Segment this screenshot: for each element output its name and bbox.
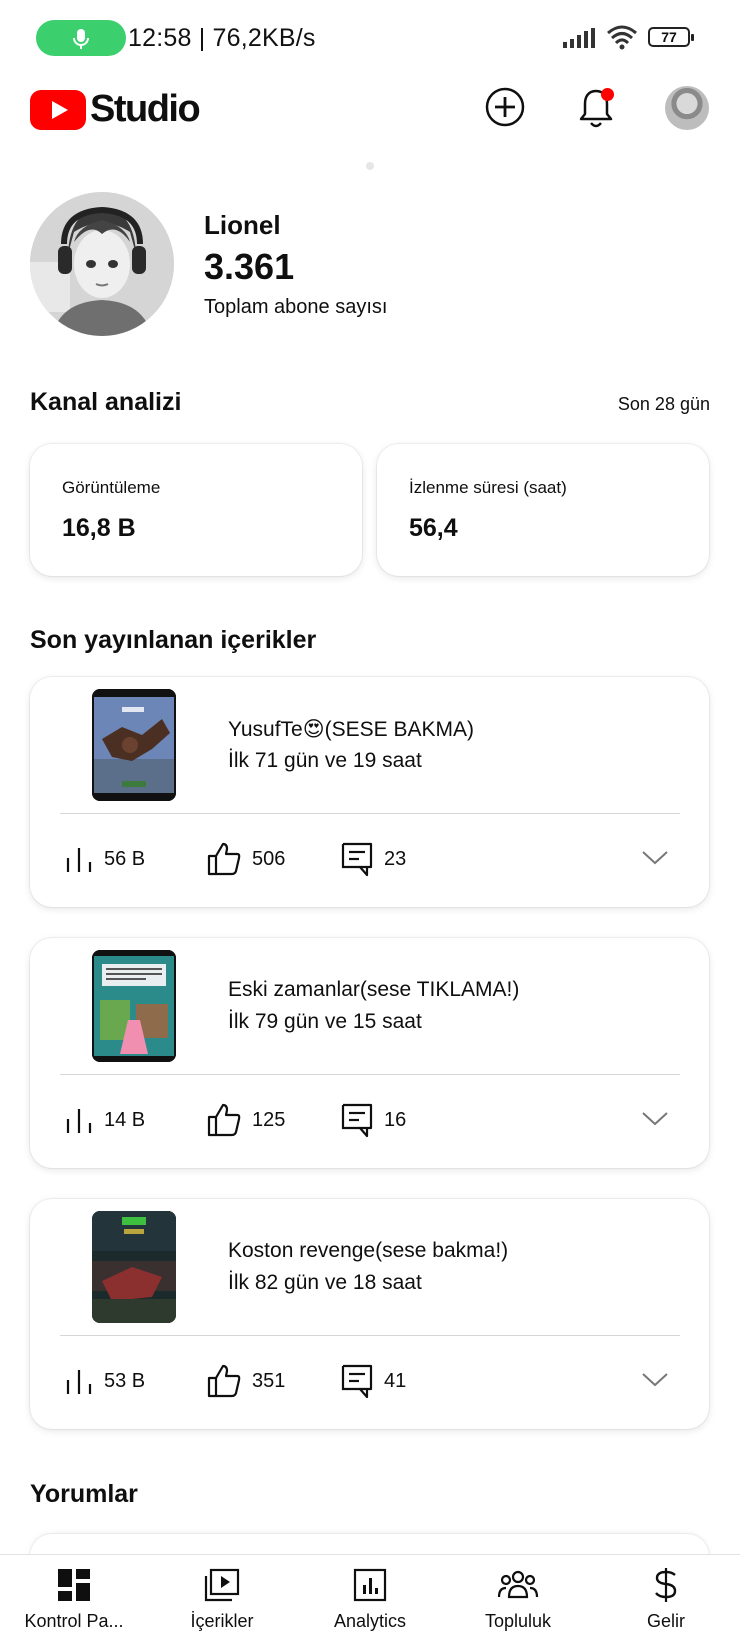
youtube-studio-logo[interactable]: Studio bbox=[30, 88, 201, 131]
app-header: Studio bbox=[0, 80, 740, 140]
likes-stat: 125 bbox=[206, 1098, 285, 1142]
earn-icon bbox=[655, 1568, 677, 1602]
video-age: İlk 82 gün ve 18 saat bbox=[228, 1271, 422, 1294]
chevron-down-icon[interactable] bbox=[640, 1371, 670, 1389]
comment-icon bbox=[341, 1103, 373, 1138]
video-card[interactable]: Eski zamanlar(sese TIKLAMA!) İlk 79 gün … bbox=[30, 938, 709, 1168]
video-title: Koston revenge(sese bakma!) bbox=[228, 1239, 509, 1262]
views-stat: 53 B bbox=[64, 1359, 145, 1403]
video-thumbnail[interactable] bbox=[92, 1211, 176, 1323]
likes-count: 125 bbox=[252, 1108, 286, 1131]
video-age: İlk 79 gün ve 15 saat bbox=[228, 1010, 422, 1033]
content-icon bbox=[204, 1568, 240, 1602]
logo-text: Studio bbox=[90, 88, 201, 130]
comments-stat: 41 bbox=[340, 1359, 406, 1403]
nav-label: Kontrol Pa... bbox=[24, 1611, 124, 1631]
nav-dashboard[interactable]: Kontrol Pa... bbox=[0, 1565, 148, 1632]
bottom-navigation: Kontrol Pa... İçerikler Analytics Toplul… bbox=[0, 1554, 740, 1644]
video-stats: 14 B 125 16 bbox=[30, 1098, 709, 1142]
notification-badge bbox=[601, 88, 614, 101]
channel-analytics-title: Kanal analizi bbox=[30, 388, 182, 416]
nav-earn[interactable]: Gelir bbox=[592, 1565, 740, 1632]
metric-value: 16,8 B bbox=[62, 514, 136, 542]
bar-chart-icon bbox=[66, 1109, 92, 1133]
video-title: YusufTe😍(SESE BAKMA) bbox=[228, 718, 474, 741]
divider bbox=[60, 1074, 680, 1075]
time-network-speed: 12:58 | 76,2KB/s bbox=[128, 24, 316, 52]
comments-count: 41 bbox=[384, 1369, 407, 1392]
views-count: 56 B bbox=[104, 847, 146, 870]
metric-label: İzlenme süresi (saat) bbox=[409, 478, 567, 497]
chevron-down-icon[interactable] bbox=[640, 1110, 670, 1128]
video-stats: 56 B 506 23 bbox=[30, 837, 709, 881]
chevron-down-icon[interactable] bbox=[640, 849, 670, 867]
views-metric-card[interactable]: Görüntüleme 16,8 B bbox=[30, 444, 362, 576]
signal-icon bbox=[563, 28, 595, 48]
video-title: Eski zamanlar(sese TIKLAMA!) bbox=[228, 978, 520, 1001]
divider bbox=[60, 813, 680, 814]
video-age: İlk 71 gün ve 19 saat bbox=[228, 749, 422, 772]
microphone-indicator[interactable] bbox=[36, 20, 126, 56]
nav-label: Topluluk bbox=[484, 1611, 552, 1631]
nav-label: İçerikler bbox=[190, 1611, 254, 1631]
likes-stat: 506 bbox=[206, 837, 285, 881]
account-avatar[interactable] bbox=[665, 86, 709, 130]
comment-icon bbox=[341, 1364, 373, 1399]
bar-chart-icon bbox=[66, 848, 92, 872]
nav-analytics[interactable]: Analytics bbox=[296, 1565, 444, 1632]
create-icon[interactable] bbox=[484, 86, 526, 128]
video-thumbnail[interactable] bbox=[92, 689, 176, 801]
thumbs-up-icon bbox=[207, 1364, 241, 1398]
subscriber-count: 3.361 bbox=[204, 246, 295, 287]
nav-label: Gelir bbox=[646, 1611, 685, 1631]
community-icon bbox=[497, 1570, 539, 1599]
video-stats: 53 B 351 41 bbox=[30, 1359, 709, 1403]
video-card[interactable]: YusufTe😍(SESE BAKMA) İlk 71 gün ve 19 sa… bbox=[30, 677, 709, 907]
comment-icon bbox=[341, 842, 373, 877]
likes-count: 506 bbox=[252, 847, 286, 870]
nav-community[interactable]: Topluluk bbox=[444, 1565, 592, 1632]
thumbs-up-icon bbox=[207, 1103, 241, 1137]
nav-label: Analytics bbox=[333, 1611, 407, 1631]
likes-count: 351 bbox=[252, 1369, 286, 1392]
youtube-play-icon bbox=[30, 89, 86, 130]
views-stat: 14 B bbox=[64, 1098, 145, 1142]
metric-value: 56,4 bbox=[409, 514, 458, 542]
status-bar: 12:58 | 76,2KB/s 77 bbox=[0, 18, 740, 62]
comments-count: 16 bbox=[384, 1108, 407, 1131]
wifi-icon bbox=[607, 25, 637, 50]
channel-name: Lionel bbox=[204, 210, 281, 240]
watch-time-metric-card[interactable]: İzlenme süresi (saat) 56,4 bbox=[377, 444, 709, 576]
video-card[interactable]: Koston revenge(sese bakma!) İlk 82 gün v… bbox=[30, 1199, 709, 1429]
bar-chart-icon bbox=[66, 1370, 92, 1394]
comments-stat: 16 bbox=[340, 1098, 406, 1142]
video-thumbnail[interactable] bbox=[92, 950, 176, 1062]
channel-avatar-image bbox=[30, 192, 174, 336]
dashboard-icon bbox=[58, 1569, 90, 1601]
analytics-period: Son 28 gün bbox=[617, 394, 710, 414]
thumbs-up-icon bbox=[207, 842, 241, 876]
recent-content-title: Son yayınlanan içerikler bbox=[30, 626, 317, 654]
channel-avatar[interactable] bbox=[30, 192, 174, 336]
divider bbox=[60, 1335, 680, 1336]
comments-stat: 23 bbox=[340, 837, 406, 881]
nav-content[interactable]: İçerikler bbox=[148, 1565, 296, 1632]
pull-indicator bbox=[366, 162, 374, 170]
metric-label: Görüntüleme bbox=[62, 478, 161, 497]
comments-count: 23 bbox=[384, 847, 407, 870]
analytics-icon bbox=[353, 1568, 387, 1602]
battery-indicator: 77 bbox=[648, 27, 694, 47]
views-count: 53 B bbox=[104, 1369, 146, 1392]
views-stat: 56 B bbox=[64, 837, 145, 881]
likes-stat: 351 bbox=[206, 1359, 285, 1403]
microphone-icon bbox=[73, 29, 89, 49]
views-count: 14 B bbox=[104, 1108, 146, 1131]
comments-section-title: Yorumlar bbox=[30, 1480, 138, 1508]
subscriber-label: Toplam abone sayısı bbox=[204, 296, 388, 318]
